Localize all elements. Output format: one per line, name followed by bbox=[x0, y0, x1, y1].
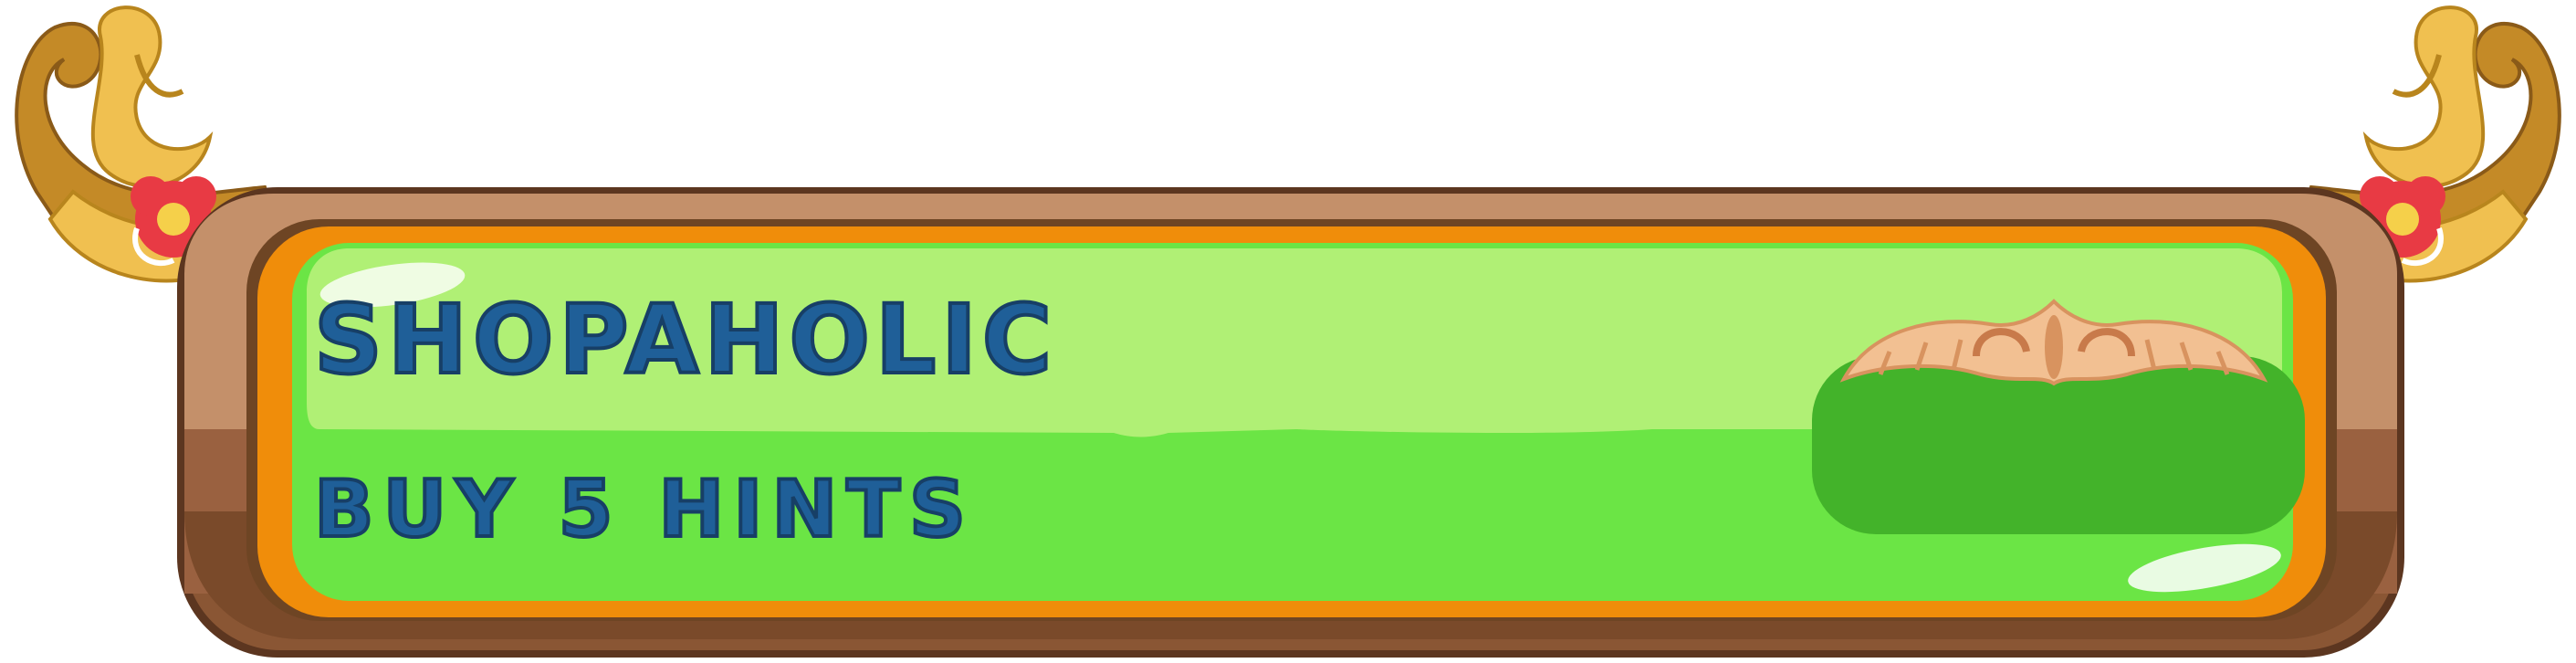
achievement-title: SHOPAHOLIC bbox=[312, 284, 1058, 395]
achievement-banner: SHOPAHOLIC BUY 5 HINTS bbox=[0, 0, 2576, 663]
achievement-description: BUY 5 HINTS bbox=[312, 464, 975, 555]
